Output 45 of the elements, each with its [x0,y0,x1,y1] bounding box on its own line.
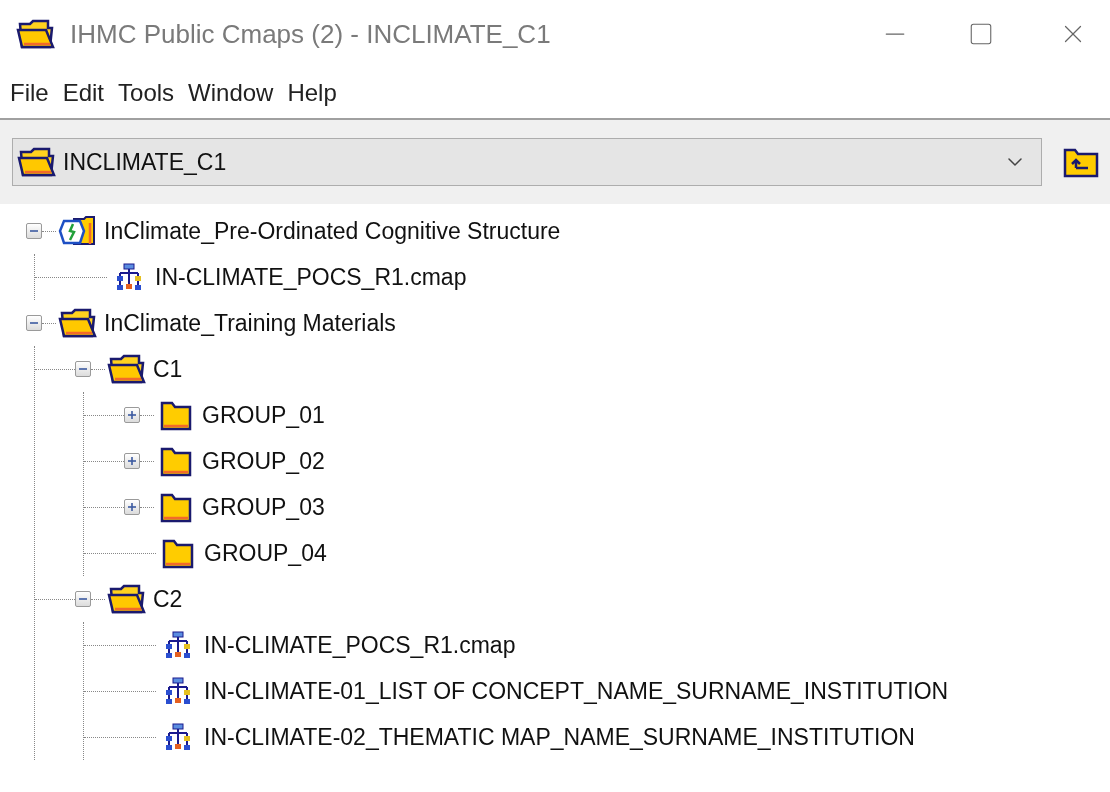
hierarchy-icon [115,263,143,291]
tree-item-label[interactable]: GROUP_02 [202,443,325,479]
hierarchy-icon [164,631,192,659]
hierarchy-icon [164,723,192,751]
plus-icon [127,456,137,466]
location-value: INCLIMATE_C1 [63,147,227,177]
folder-icon [107,353,147,385]
tree-item-label[interactable]: InClimate_Pre-Ordinated Cognitive Structure [104,213,561,249]
plus-icon [127,410,137,420]
tree-item-label[interactable]: InClimate_Training Materials [104,305,396,341]
menu-item[interactable]: Edit [62,75,105,111]
tree-item-label[interactable]: GROUP_04 [204,535,327,571]
menu-item[interactable]: Tools [118,75,175,111]
menu-item[interactable]: Window [188,75,274,111]
collapse-toggle[interactable] [75,591,91,607]
location-dropdown[interactable]: INCLIMATE_C1 [12,138,1042,186]
tree-item-label[interactable]: IN-CLIMATE_POCS_R1.cmap [204,627,516,663]
tree-item-label[interactable]: IN-CLIMATE-02_THEMATIC MAP_NAME_SURNAME_INSTITUTION [204,719,915,755]
tree-item-label[interactable]: C2 [153,581,183,617]
collapse-toggle[interactable] [26,315,42,331]
menu-item[interactable]: File [10,75,49,111]
tree-item-label[interactable]: IN-CLIMATE-01_LIST OF CONCEPT_NAME_SURNAME_INSTITUTION [204,673,949,709]
tree-item-label[interactable]: GROUP_01 [202,397,325,433]
collapse-toggle[interactable] [26,223,42,239]
collapse-toggle[interactable] [75,361,91,377]
app-icon [16,18,56,50]
folder-icon [17,146,57,178]
expand-toggle[interactable] [124,453,140,469]
plus-icon [127,502,137,512]
folder-icon [159,445,193,477]
tree-item-label[interactable]: GROUP_03 [202,489,325,525]
menu-item[interactable]: Help [287,75,337,111]
maximize-icon[interactable] [968,21,994,47]
folder-icon [58,307,98,339]
folder-icon [161,537,195,569]
hierarchy-icon [164,677,192,705]
folder-icon [107,583,147,615]
expand-toggle[interactable] [124,407,140,423]
tree-item-label[interactable]: IN-CLIMATE_POCS_R1.cmap [155,259,467,295]
window-title: IHMC Public Cmaps (2) - INCLIMATE_C1 [70,17,551,51]
expand-toggle[interactable] [124,499,140,515]
tree-item-label[interactable]: C1 [153,351,183,387]
folder-icon [159,399,193,431]
folder-icon [159,491,193,523]
folder-up-icon [1062,146,1100,178]
